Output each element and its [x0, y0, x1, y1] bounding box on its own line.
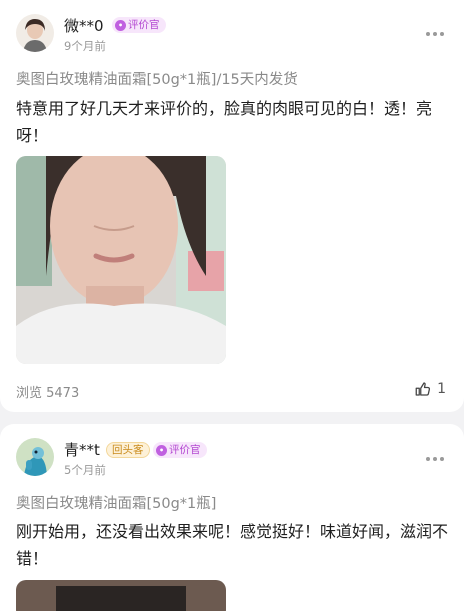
review-card: 青**t 回头客 • 评价官 5个月前 奥图白玫瑰精油面霜[50g*1瓶] 刚开… [0, 424, 464, 611]
more-options-icon[interactable] [426, 32, 444, 36]
like-count: 1 [437, 381, 446, 397]
reviewer-badge: • 评价官 [112, 17, 166, 33]
review-text: 刚开始用，还没看出效果来呢！感觉挺好！味道好闻，滋润不错！ [16, 522, 449, 568]
product-spec: 奥图白玫瑰精油面霜[50g*1瓶]/15天内发货 [16, 72, 298, 88]
review-text: 特意用了好几天才来评价的，脸真的肉眼可见的白！透！亮呀！ [16, 99, 433, 145]
review-photo[interactable] [16, 156, 226, 364]
thumbs-up-icon [415, 382, 431, 396]
username[interactable]: 青**t [64, 439, 100, 460]
product-spec: 奥图白玫瑰精油面霜[50g*1瓶] [16, 496, 217, 512]
reviewer-badge-icon: • [115, 19, 126, 31]
reviewer-badge-icon: • [156, 444, 167, 456]
badge-label: 评价官 [128, 19, 160, 31]
view-count: 浏览 5473 [16, 386, 80, 401]
badge-label: 回头客 [112, 444, 144, 456]
user-avatar[interactable] [16, 438, 54, 476]
username[interactable]: 微**0 [64, 15, 104, 36]
like-button[interactable]: 1 [414, 380, 446, 398]
review-time: 5个月前 [64, 463, 106, 477]
review-time: 9个月前 [64, 39, 106, 53]
user-avatar[interactable] [16, 14, 54, 52]
more-options-icon[interactable] [426, 457, 444, 461]
review-card: 微**0 • 评价官 9个月前 奥图白玫瑰精油面霜[50g*1瓶]/15天内发货… [0, 0, 464, 412]
badge-label: 评价官 [169, 444, 201, 456]
reviewer-badge: • 评价官 [153, 442, 207, 458]
review-photo[interactable] [16, 580, 226, 611]
repeat-customer-badge: 回头客 [106, 442, 150, 458]
